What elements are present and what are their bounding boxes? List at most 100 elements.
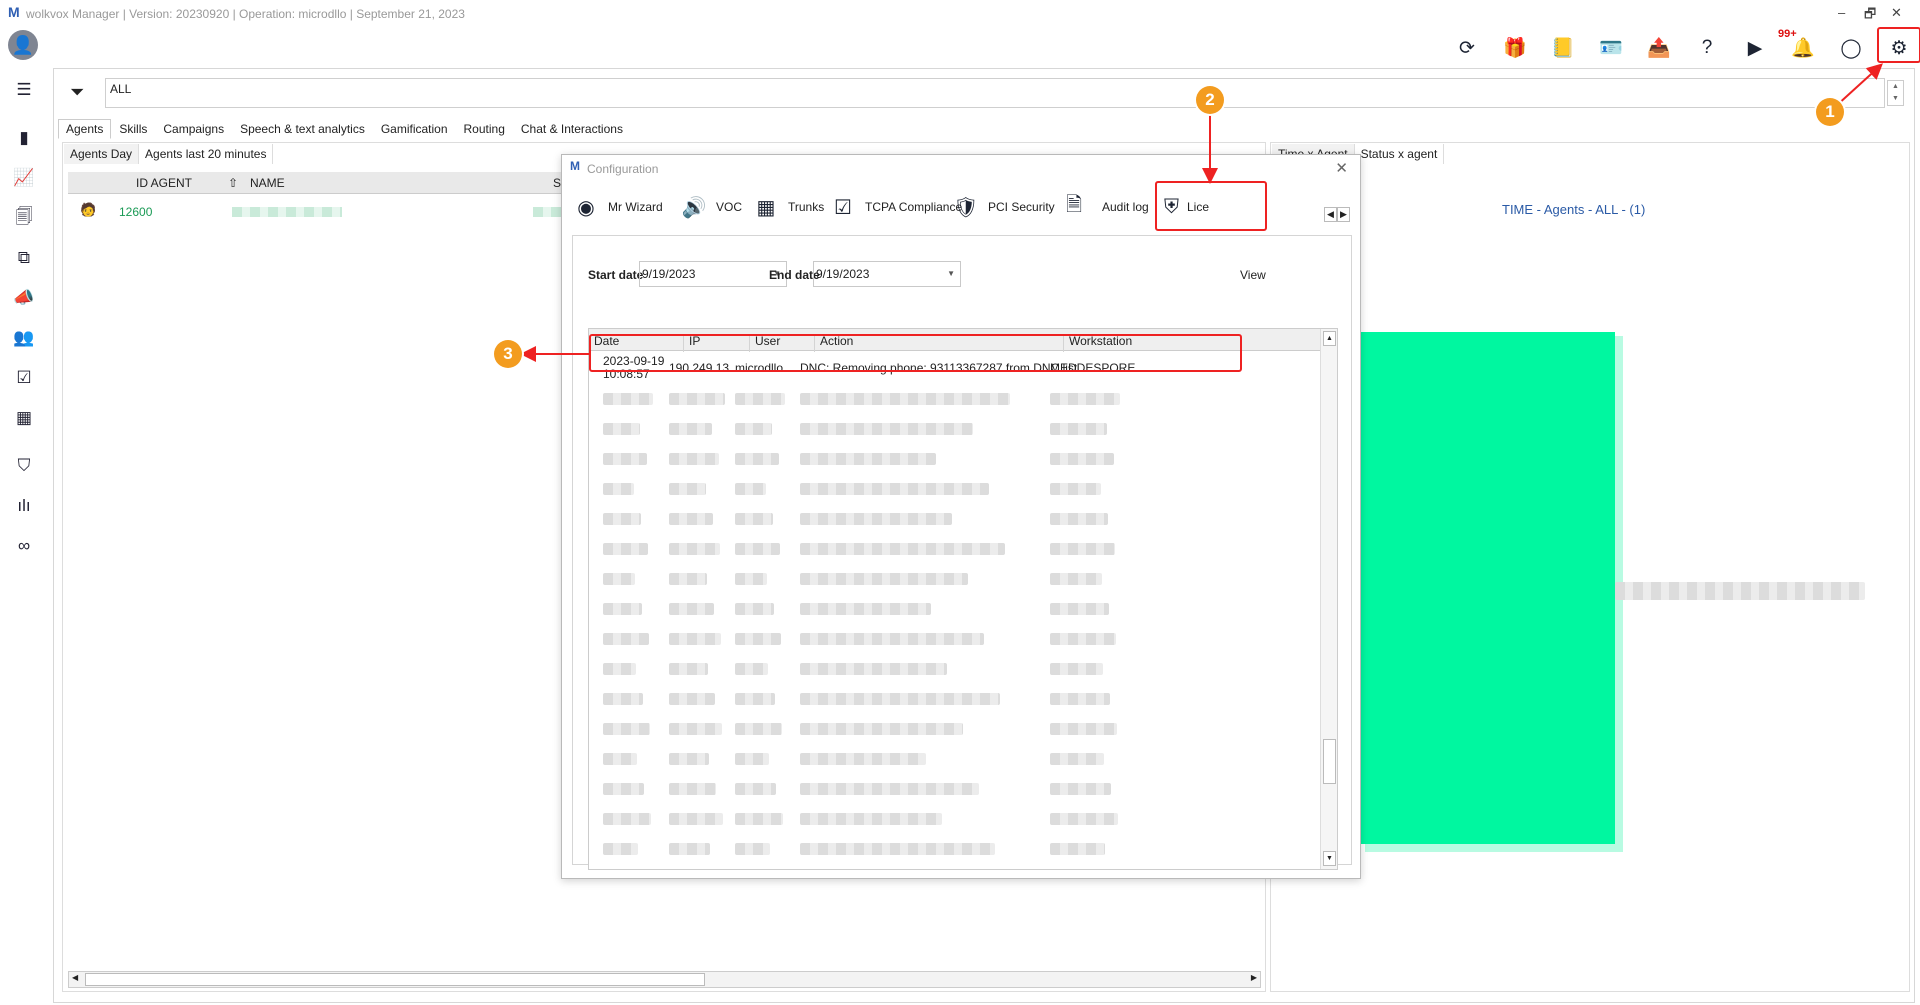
tab-chat-interactions[interactable]: Chat & Interactions bbox=[513, 119, 631, 139]
shield-icon[interactable]: ⛉ bbox=[10, 452, 38, 480]
speaker-icon: 🔊 bbox=[681, 196, 707, 219]
redacted-cell bbox=[669, 423, 712, 435]
redacted-cell bbox=[1050, 423, 1107, 435]
audit-log-panel: Start date 9/19/2023 ▼ End date 9/19/2023… bbox=[572, 235, 1352, 870]
checklist-icon[interactable]: ☑ bbox=[10, 364, 38, 392]
report-icon[interactable]: 🗐 bbox=[10, 204, 38, 232]
tab-speech-analytics[interactable]: Speech & text analytics bbox=[232, 119, 373, 139]
contacts-book-icon[interactable]: 📒 bbox=[1548, 33, 1578, 63]
step-2-marker: 2 bbox=[1196, 86, 1224, 114]
redacted-cell bbox=[735, 543, 780, 555]
redacted-cell bbox=[735, 723, 782, 735]
col-status[interactable]: S bbox=[553, 176, 561, 190]
redacted-cell bbox=[1050, 603, 1109, 615]
close-button[interactable]: ✕ bbox=[1891, 5, 1902, 21]
minimize-button[interactable]: – bbox=[1838, 5, 1845, 20]
agent-status-redacted bbox=[533, 207, 563, 217]
filter-input[interactable]: ALL bbox=[105, 78, 1885, 108]
subtab-agents-day[interactable]: Agents Day bbox=[64, 144, 140, 164]
end-date-picker[interactable]: 9/19/2023 ▼ bbox=[813, 261, 961, 287]
horizontal-scrollbar[interactable]: ◀ ▶ bbox=[68, 971, 1261, 988]
chevron-right-icon[interactable]: ▶ bbox=[1337, 207, 1350, 222]
redacted-cell bbox=[669, 783, 716, 795]
campaign-icon[interactable]: 📣 bbox=[10, 284, 38, 312]
dialog-close-button[interactable]: ✕ bbox=[1335, 159, 1348, 177]
cfg-audit-log[interactable]: 🗎 Audit log bbox=[1060, 185, 1149, 229]
redacted-cell bbox=[669, 543, 720, 555]
filter-spinner[interactable]: ▲ ▼ bbox=[1887, 80, 1904, 106]
redacted-cell bbox=[735, 693, 775, 705]
col-id-agent[interactable]: ID AGENT bbox=[136, 176, 192, 190]
add-users-icon[interactable]: 👥 bbox=[10, 324, 38, 352]
cfg-tcpa[interactable]: ☑ TCPA Compliance bbox=[829, 185, 962, 229]
flow-icon[interactable]: ⧉ bbox=[10, 244, 38, 272]
subtab-agents-last-20[interactable]: Agents last 20 minutes bbox=[139, 144, 274, 164]
redacted-cell bbox=[800, 783, 979, 795]
subtab-status-x-agent[interactable]: Status x agent bbox=[1355, 144, 1445, 164]
menu-icon[interactable]: ☰ bbox=[10, 76, 38, 104]
chevron-left-icon[interactable]: ◀ bbox=[1324, 207, 1337, 222]
dialog-titlebar: M Configuration ✕ bbox=[562, 155, 1360, 181]
redacted-cell bbox=[603, 573, 635, 585]
start-date-picker[interactable]: 9/19/2023 ▼ bbox=[639, 261, 787, 287]
gift-icon[interactable]: 🎁 bbox=[1500, 33, 1530, 63]
redacted-cell bbox=[603, 633, 649, 645]
redacted-cell bbox=[735, 753, 769, 765]
cfg-voc[interactable]: 🔊 VOC bbox=[680, 185, 742, 229]
user-avatar[interactable]: 👤 bbox=[8, 30, 38, 60]
col-name[interactable]: NAME bbox=[250, 176, 285, 190]
sort-up-icon[interactable]: ⇧ bbox=[228, 176, 238, 190]
redacted-cell bbox=[735, 423, 772, 435]
youtube-icon[interactable]: ▶ bbox=[1740, 33, 1770, 63]
restore-button[interactable]: 🗗 bbox=[1864, 5, 1876, 27]
redacted-cell bbox=[1050, 453, 1114, 465]
agent-row[interactable]: 🧑 12600 bbox=[68, 200, 578, 224]
redacted-cell bbox=[603, 543, 648, 555]
configuration-dialog: M Configuration ✕ ◉ Mr Wizard 🔊 VOC ▦ Trunk… bbox=[561, 154, 1361, 879]
redacted-cell bbox=[1050, 783, 1111, 795]
bell-icon[interactable]: 🔔 bbox=[1788, 33, 1818, 63]
calculator-icon[interactable]: ▦ bbox=[10, 404, 38, 432]
filter-icon[interactable]: ⏷ bbox=[70, 82, 84, 103]
redacted-cell bbox=[735, 603, 774, 615]
audio-wave-icon[interactable]: ılı bbox=[10, 492, 38, 520]
redacted-cell bbox=[669, 393, 725, 405]
cfg-trunks[interactable]: ▦ Trunks bbox=[752, 185, 825, 229]
file-upload-icon[interactable]: 📤 bbox=[1644, 33, 1674, 63]
voicemail-icon[interactable]: ∞ bbox=[10, 532, 38, 560]
tab-campaigns[interactable]: Campaigns bbox=[155, 119, 232, 139]
vertical-scrollbar[interactable]: ▲ ▼ bbox=[1320, 329, 1337, 869]
title-bar: M wolkvox Manager | Version: 20230920 | … bbox=[0, 0, 1920, 28]
redacted-cell bbox=[800, 663, 947, 675]
redacted-cell bbox=[603, 603, 642, 615]
account-icon[interactable]: ◯ bbox=[1836, 33, 1866, 63]
cfg-mr-wizard[interactable]: ◉ Mr Wizard bbox=[572, 185, 662, 229]
scroll-down-icon[interactable]: ▼ bbox=[1323, 851, 1336, 866]
redacted-cell bbox=[800, 813, 942, 825]
bar-chart-icon[interactable]: ▮ bbox=[10, 124, 38, 152]
highlight-gear bbox=[1877, 27, 1920, 63]
id-card-icon[interactable]: 🪪 bbox=[1596, 33, 1626, 63]
cfg-pci-security[interactable]: 🛡 PCI Security bbox=[952, 185, 1054, 229]
agent-name-redacted bbox=[232, 207, 342, 217]
redacted-cell bbox=[669, 663, 708, 675]
redacted-cell bbox=[603, 393, 653, 405]
redacted-cell bbox=[669, 483, 706, 495]
refresh-icon[interactable]: ⟳ bbox=[1452, 33, 1482, 63]
scroll-up-icon[interactable]: ▲ bbox=[1323, 331, 1336, 346]
redacted-cell bbox=[1050, 483, 1101, 495]
tab-routing[interactable]: Routing bbox=[456, 119, 513, 139]
redacted-cell bbox=[800, 603, 931, 615]
redacted-cell bbox=[669, 843, 710, 855]
tab-gamification[interactable]: Gamification bbox=[373, 119, 456, 139]
redacted-cell bbox=[735, 513, 773, 525]
view-button[interactable]: View bbox=[1240, 268, 1266, 282]
redacted-cell bbox=[669, 753, 709, 765]
tab-skills[interactable]: Skills bbox=[111, 119, 155, 139]
tab-agents[interactable]: Agents bbox=[58, 119, 112, 139]
redacted-cell bbox=[1050, 513, 1108, 525]
chart-bar bbox=[1360, 332, 1615, 844]
step-3-marker: 3 bbox=[494, 340, 522, 368]
help-icon[interactable]: ? bbox=[1692, 33, 1722, 63]
trend-icon[interactable]: 📈 bbox=[10, 164, 38, 192]
